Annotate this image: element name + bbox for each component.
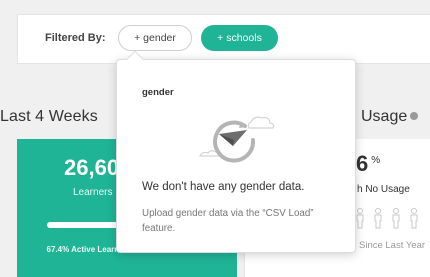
no-usage-unit: % bbox=[371, 155, 381, 166]
schools-filter-pill[interactable]: + schools bbox=[201, 25, 278, 51]
no-usage-label: h No Usage bbox=[357, 184, 410, 195]
active-learners-value: 26,60 bbox=[64, 155, 120, 180]
gender-popover: gender We don't have any gender data. Up… bbox=[116, 50, 356, 253]
person-outline-icon bbox=[356, 208, 418, 229]
section-title-right: Usage bbox=[361, 108, 419, 126]
no-usage-number: 6 bbox=[356, 151, 369, 176]
gender-filter-pill[interactable]: + gender bbox=[118, 25, 192, 51]
paper-plane-icon bbox=[185, 108, 285, 172]
usage-title: Usage bbox=[361, 108, 408, 125]
section-title-left: Last 4 Weeks bbox=[0, 108, 98, 125]
info-icon[interactable] bbox=[410, 112, 419, 120]
no-usage-value: 6% bbox=[356, 151, 380, 177]
no-usage-caption: Since Last Year bbox=[359, 240, 426, 251]
filter-bar: Filtered By: + gender + schools bbox=[17, 14, 430, 64]
active-learners-label: Learners bbox=[73, 187, 113, 198]
popover-title: gender bbox=[142, 87, 174, 98]
people-icons bbox=[356, 207, 428, 229]
filter-label: Filtered By: bbox=[45, 32, 106, 44]
popover-message: We don't have any gender data. bbox=[142, 181, 305, 193]
popover-help-text: Upload gender data via the “CSV Load” fe… bbox=[142, 208, 314, 234]
